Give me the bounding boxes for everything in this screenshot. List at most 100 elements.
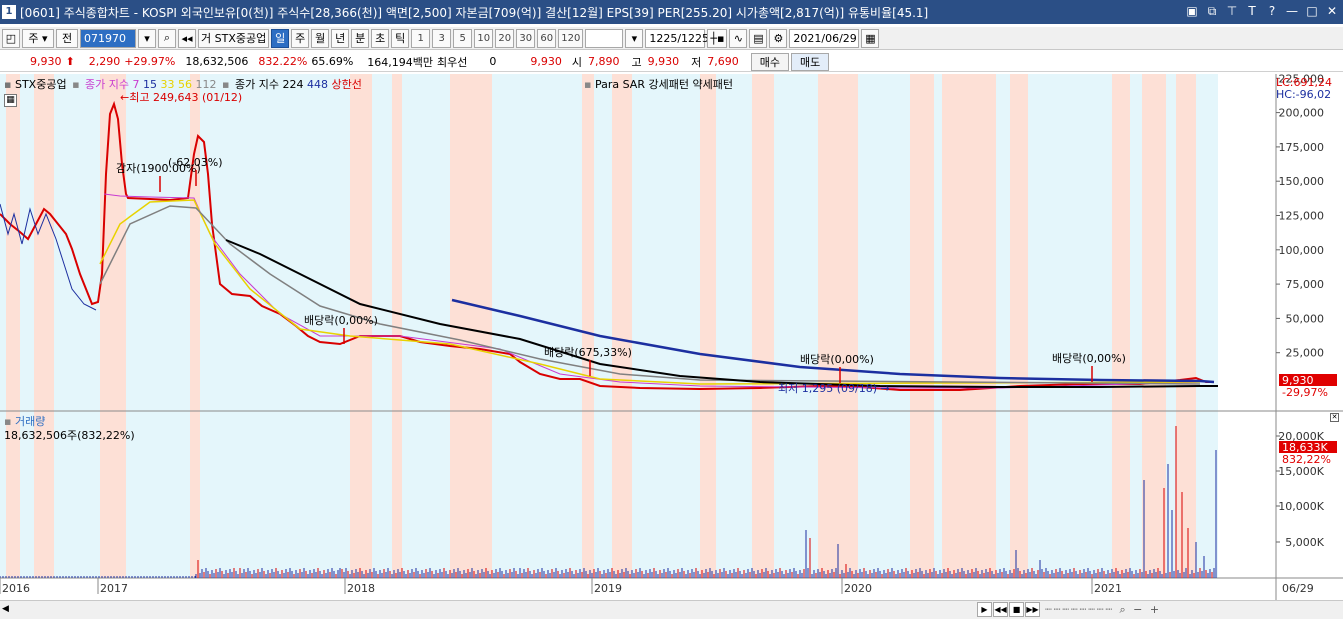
period-select[interactable]: 주 ▾ [22, 28, 54, 48]
candle-type-icon[interactable]: ┼▪ [707, 28, 728, 48]
search-icon[interactable]: ⌕ [158, 28, 176, 48]
legend-ma-56: 56 [178, 78, 193, 91]
open-price: 7,890 [588, 55, 620, 68]
bear-band [1176, 74, 1196, 578]
price-tick-label: 25,000 [1286, 347, 1325, 360]
bear-band [1010, 74, 1028, 578]
tab-week[interactable]: 주 [291, 28, 310, 48]
chart-navigation: ▶ ◀◀ ■ ▶▶ [977, 602, 1040, 617]
interval-3[interactable]: 3 [432, 28, 452, 48]
tab-tick[interactable]: 틱 [391, 28, 410, 48]
jeon-button[interactable]: 전 [56, 28, 78, 48]
tab-year[interactable]: 년 [331, 28, 350, 48]
calendar-icon[interactable]: ▦ [861, 28, 880, 48]
custom-interval-dropdown[interactable]: ▾ [625, 28, 644, 48]
sound-icon[interactable]: ◂◂ [178, 28, 196, 48]
tab-minute[interactable]: 분 [351, 28, 370, 48]
best-price: 9,930 [530, 55, 562, 68]
grid-toggle-icon[interactable]: ▦ [4, 94, 17, 107]
time-axis-label: 2016 [2, 582, 30, 595]
bear-band [1112, 74, 1130, 578]
bottom-scrollbar: ◀ ▶ ◀◀ ■ ▶▶ ┈┈┈┈┈┈┈┈ ⌕ − + [0, 600, 1343, 619]
bear-band [582, 74, 594, 578]
maximize-icon[interactable]: □ [1305, 3, 1319, 19]
copy-window-icon[interactable]: ⧉ [1205, 3, 1219, 19]
stop-icon[interactable]: ■ [1009, 602, 1024, 617]
annotation-div4: 배당락(0,00%) [1052, 352, 1126, 365]
legend-ma-7: 7 [132, 78, 140, 91]
forward-icon[interactable]: ▶▶ [1025, 602, 1040, 617]
chart-menu-icon[interactable]: ◰ [2, 28, 20, 48]
zoom-icon[interactable]: ⌕ [1119, 603, 1127, 616]
interval-20[interactable]: 20 [495, 28, 515, 48]
bear-band [700, 74, 716, 578]
bear-band [450, 74, 492, 578]
play-icon[interactable]: ▶ [977, 602, 992, 617]
interval-120[interactable]: 120 [558, 28, 584, 48]
buy-button[interactable]: 매수 [750, 52, 790, 71]
sell-button[interactable]: 매도 [791, 52, 830, 71]
save-icon[interactable]: ▤ [749, 28, 768, 48]
volume-legend-value: 18,632,506주(832,22%) [4, 429, 135, 442]
stock-name: STX중공업 [214, 32, 267, 45]
annotation-div1: 배당락(0,00%) [304, 314, 378, 327]
bear-band [100, 74, 126, 578]
chart-area[interactable]: 225,000 200,000 175,000 150,000 125,000 100,0… [0, 74, 1343, 600]
tab-month[interactable]: 월 [311, 28, 330, 48]
chart-legend: ▪ STX중공업 ▪ 종가 지수 7 15 33 56 112 ▪ 종가 지수 … [4, 76, 362, 92]
name-prefix: 거 [201, 32, 212, 45]
price-tick-label: 100,000 [1279, 244, 1325, 257]
bear-band [34, 74, 54, 578]
custom-interval-input[interactable] [585, 28, 624, 48]
zoom-in-icon[interactable]: + [1150, 603, 1161, 616]
drawing-tools[interactable]: ┈┈┈┈┈┈┈┈ ⌕ − + [1045, 603, 1161, 617]
annotation-change: (-62.03%) [168, 156, 223, 169]
trend-tool-icon[interactable]: ∿ [729, 28, 748, 48]
zoom-out-icon[interactable]: − [1133, 603, 1144, 616]
tab-second[interactable]: 초 [371, 28, 390, 48]
current-price: 9,930 [30, 55, 62, 68]
price-tick-label: 200,000 [1279, 107, 1325, 120]
time-axis-label: 2021 [1094, 582, 1122, 595]
code-dropdown-icon[interactable]: ▾ [138, 28, 156, 48]
minimize-icon[interactable]: — [1285, 3, 1299, 19]
scroll-left-icon[interactable]: ◀ [2, 604, 9, 614]
price-change: 2,290 [88, 55, 121, 68]
gear-icon[interactable]: ⚙ [769, 28, 788, 48]
close-panel-icon[interactable]: ✕ [1330, 413, 1339, 422]
bear-band [942, 74, 996, 578]
time-axis-label: 2018 [347, 582, 375, 595]
window-title: [0601] 주식종합차트 - KOSPI 외국인보유[0(천)] 주식수[28… [20, 5, 929, 20]
layout-icon[interactable]: ▣ [1185, 3, 1199, 19]
legend-ma2-label: 종가 지수 224 [235, 78, 304, 91]
legend-stock: STX중공업 [14, 78, 67, 91]
interval-1[interactable]: 1 [411, 28, 431, 48]
best-qty: 0 [489, 55, 497, 68]
turnover-rate: 65.69% [311, 55, 354, 68]
date-input[interactable]: 2021/06/29 [789, 28, 860, 48]
help-icon[interactable]: ? [1265, 3, 1279, 19]
pin-icon[interactable]: ⊤ [1225, 3, 1239, 19]
bear-band [1142, 74, 1166, 578]
close-icon[interactable]: ✕ [1325, 3, 1339, 19]
stock-code-input[interactable]: 071970 [80, 28, 136, 48]
tab-day[interactable]: 일 [271, 28, 290, 48]
interval-5[interactable]: 5 [453, 28, 473, 48]
font-icon[interactable]: T [1245, 3, 1259, 19]
rewind-icon[interactable]: ◀◀ [993, 602, 1008, 617]
annotation-high: ←최고 249,643 (01/12) [120, 91, 242, 104]
time-axis-end-label: 06/29 [1282, 582, 1314, 595]
data-count-field[interactable]: 1225/1225 [645, 28, 709, 48]
legend-marker-icon: ▪ [4, 78, 12, 91]
bear-band [612, 74, 632, 578]
price-change-pct: +29.97% [124, 55, 176, 68]
price-tick-label: 175,000 [1279, 141, 1325, 154]
stock-name-field[interactable]: 거 STX중공업 [198, 28, 270, 48]
annotation-low: 최저 1,295 (09/18) → [778, 382, 890, 395]
interval-30[interactable]: 30 [516, 28, 536, 48]
price-chart-svg[interactable]: 225,000200,000175,000150,000125,000100,0… [0, 74, 1343, 600]
interval-60[interactable]: 60 [537, 28, 557, 48]
slider-icon[interactable]: ┈┈┈┈┈┈┈┈ [1045, 603, 1114, 616]
interval-10[interactable]: 10 [474, 28, 494, 48]
up-arrow-icon: ⬆ [65, 55, 75, 68]
